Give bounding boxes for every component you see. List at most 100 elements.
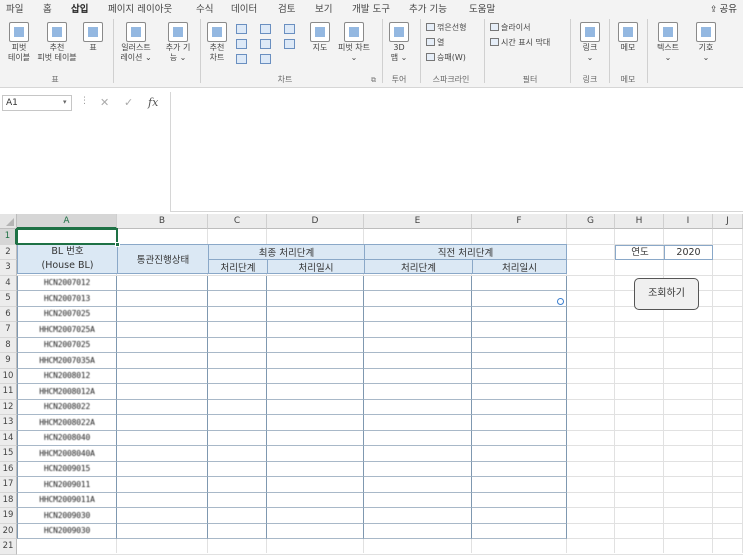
text-button[interactable]: 텍스트 ⌄ — [652, 22, 684, 63]
symbol-button[interactable]: 기호 ⌄ — [692, 22, 720, 63]
final-stage-cell[interactable] — [208, 461, 267, 477]
customs-status-cell[interactable] — [117, 523, 208, 539]
row-header[interactable]: 15 — [0, 446, 17, 462]
insert-function-icon[interactable]: fx — [148, 96, 158, 109]
customs-status-cell[interactable] — [117, 508, 208, 524]
row-header[interactable]: 16 — [0, 461, 17, 477]
final-datetime-cell[interactable] — [267, 461, 364, 477]
enter-icon[interactable]: ✓ — [124, 96, 133, 109]
column-chart-icon[interactable] — [236, 24, 247, 34]
previous-datetime-cell[interactable] — [472, 368, 567, 384]
previous-datetime-cell[interactable] — [472, 337, 567, 353]
customs-status-cell[interactable] — [117, 430, 208, 446]
column-header-j[interactable]: J — [713, 214, 743, 229]
bl-number-cell[interactable]: HHCM2008040A — [17, 446, 117, 462]
timeline-button[interactable]: 시간 표시 막대 — [490, 37, 550, 48]
name-box[interactable]: A1 — [2, 95, 72, 111]
row-header[interactable]: 3 — [0, 260, 17, 276]
link-button[interactable]: 링크 ⌄ — [576, 22, 604, 63]
final-datetime-cell[interactable] — [267, 291, 364, 307]
final-datetime-cell[interactable] — [267, 523, 364, 539]
lookup-button[interactable]: 조회하기 — [634, 278, 699, 310]
row-header[interactable]: 7 — [0, 322, 17, 338]
bl-number-cell[interactable]: HCN2009011 — [17, 477, 117, 493]
final-datetime-cell[interactable] — [267, 322, 364, 338]
pivot-table-button[interactable]: 피벗 테이블 — [2, 22, 36, 63]
previous-stage-cell[interactable] — [364, 368, 472, 384]
column-header-a[interactable]: A — [17, 214, 117, 229]
row-header[interactable]: 6 — [0, 306, 17, 322]
previous-stage-cell[interactable] — [364, 384, 472, 400]
sparkline-line-button[interactable]: 꺾은선형 — [426, 22, 466, 33]
bl-number-cell[interactable]: HHCM2007035A — [17, 353, 117, 369]
previous-stage-step-header[interactable]: 처리단계 — [364, 259, 473, 274]
column-header-c[interactable]: C — [208, 214, 267, 229]
comment-button[interactable]: 메모 — [614, 22, 642, 53]
customs-status-cell[interactable] — [117, 306, 208, 322]
sparkline-column-button[interactable]: 열 — [426, 37, 444, 48]
customs-status-cell[interactable] — [117, 353, 208, 369]
final-datetime-cell[interactable] — [267, 415, 364, 431]
scatter-chart-icon[interactable] — [260, 54, 271, 64]
bl-number-header[interactable]: BL 번호 (House BL) — [17, 244, 118, 274]
final-stage-step-header[interactable]: 처리단계 — [208, 259, 268, 274]
column-header-i[interactable]: I — [664, 214, 713, 229]
previous-stage-cell[interactable] — [364, 446, 472, 462]
bl-number-cell[interactable]: HHCM2007025A — [17, 322, 117, 338]
final-stage-cell[interactable] — [208, 399, 267, 415]
pivot-chart-button[interactable]: 피벗 차트 ⌄ — [334, 22, 374, 63]
name-box-dropdown-icon[interactable]: ▾ — [63, 98, 67, 106]
customs-status-cell[interactable] — [117, 446, 208, 462]
previous-datetime-cell[interactable] — [472, 353, 567, 369]
recommended-charts-button[interactable]: 추천 차트 — [204, 22, 230, 63]
menu-tab-addins[interactable]: 추가 기능 — [409, 1, 447, 15]
customs-status-cell[interactable] — [117, 291, 208, 307]
active-cell-outline[interactable] — [16, 228, 118, 245]
previous-datetime-cell[interactable] — [472, 508, 567, 524]
previous-datetime-cell[interactable] — [472, 275, 567, 291]
previous-stage-cell[interactable] — [364, 415, 472, 431]
previous-stage-cell[interactable] — [364, 399, 472, 415]
previous-datetime-cell[interactable] — [472, 399, 567, 415]
customs-status-cell[interactable] — [117, 322, 208, 338]
final-datetime-cell[interactable] — [267, 492, 364, 508]
menu-tab-page-layout[interactable]: 페이지 레이아웃 — [108, 1, 172, 15]
previous-stage-cell[interactable] — [364, 275, 472, 291]
cancel-icon[interactable]: ✕ — [100, 96, 109, 109]
menu-tab-insert[interactable]: 삽입 — [71, 1, 89, 18]
final-datetime-cell[interactable] — [267, 368, 364, 384]
row-header[interactable]: 5 — [0, 291, 17, 307]
bl-number-cell[interactable]: HHCM2008012A — [17, 384, 117, 400]
row-header[interactable]: 10 — [0, 368, 17, 384]
customs-status-header[interactable]: 통관진행상태 — [117, 244, 209, 274]
column-header-d[interactable]: D — [267, 214, 364, 229]
final-datetime-cell[interactable] — [267, 477, 364, 493]
previous-datetime-cell[interactable] — [472, 492, 567, 508]
previous-datetime-cell[interactable] — [472, 322, 567, 338]
final-stage-cell[interactable] — [208, 523, 267, 539]
row-header[interactable]: 1 — [0, 229, 17, 245]
previous-datetime-cell[interactable] — [472, 384, 567, 400]
previous-datetime-cell[interactable] — [472, 430, 567, 446]
final-datetime-cell[interactable] — [267, 430, 364, 446]
final-stage-cell[interactable] — [208, 477, 267, 493]
bl-number-cell[interactable]: HCN2009015 — [17, 461, 117, 477]
row-header[interactable]: 8 — [0, 337, 17, 353]
slicer-button[interactable]: 슬라이서 — [490, 22, 530, 33]
3d-map-button[interactable]: 3D 맵 ⌄ — [386, 22, 412, 63]
previous-datetime-cell[interactable] — [472, 306, 567, 322]
line-chart-icon[interactable] — [236, 39, 247, 49]
previous-stage-cell[interactable] — [364, 523, 472, 539]
final-stage-cell[interactable] — [208, 384, 267, 400]
menu-tab-file[interactable]: 파일 — [6, 1, 23, 15]
row-header[interactable]: 11 — [0, 384, 17, 400]
final-datetime-cell[interactable] — [267, 337, 364, 353]
menu-tab-data[interactable]: 데이터 — [231, 1, 257, 15]
previous-stage-cell[interactable] — [364, 477, 472, 493]
final-stage-cell[interactable] — [208, 446, 267, 462]
row-header[interactable]: 13 — [0, 415, 17, 431]
bl-number-cell[interactable]: HCN2008022 — [17, 399, 117, 415]
illustrations-button[interactable]: 일러스트 레이션 ⌄ — [116, 22, 156, 63]
previous-datetime-cell[interactable] — [472, 446, 567, 462]
row-header[interactable]: 12 — [0, 399, 17, 415]
